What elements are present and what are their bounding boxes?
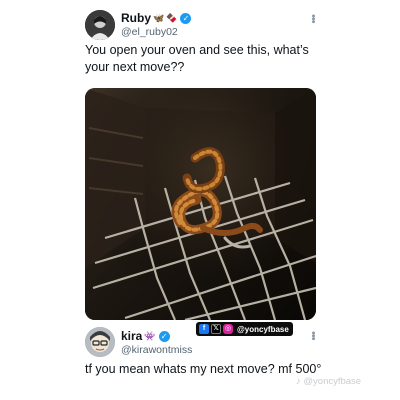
avatar[interactable] [85,10,115,40]
reply-display-name[interactable]: kira [121,329,142,343]
reply-name-row: kira 👾 ✓ [121,329,170,343]
facebook-icon: f [199,324,209,334]
watermark-text: @yoncyfbase [303,376,362,387]
butterfly-emoji: 🦋 [153,12,165,23]
display-name[interactable]: Ruby [121,11,151,25]
avatar-image [85,10,115,40]
tweet-header: Ruby 🦋 🍫 ✓ @el_ruby02 ••• [85,8,325,40]
reply-text: tf you mean whats my next move? mf 500° [85,362,322,376]
social-tag-text: @yoncyfbase [237,324,289,334]
snake-in-oven-photo [85,88,316,320]
name-row: Ruby 🦋 🍫 ✓ [121,11,192,25]
chocolate-emoji: 🍫 [166,12,178,23]
alien-monster-emoji: 👾 [144,330,156,341]
reply-user-handle[interactable]: @kirawontmiss [121,344,192,356]
reply-more-options-icon[interactable]: ••• [307,331,319,340]
social-overlay-tag: f 𝕏 ◎ @yoncyfbase [196,322,293,336]
more-options-icon[interactable]: ••• [307,14,319,23]
verified-badge-icon: ✓ [180,12,192,24]
tiktok-icon: ♪ [296,376,301,387]
tweet-text: You open your oven and see this, what’s … [85,43,309,74]
user-handle[interactable]: @el_ruby02 [121,26,178,38]
reply-avatar[interactable] [85,327,115,357]
tweet-media-photo[interactable] [85,88,316,320]
verified-badge-icon: ✓ [158,330,170,342]
watermark: ♪ @yoncyfbase [296,376,361,387]
x-icon: 𝕏 [211,324,221,334]
reply-avatar-image [85,327,115,357]
instagram-icon: ◎ [223,324,233,334]
